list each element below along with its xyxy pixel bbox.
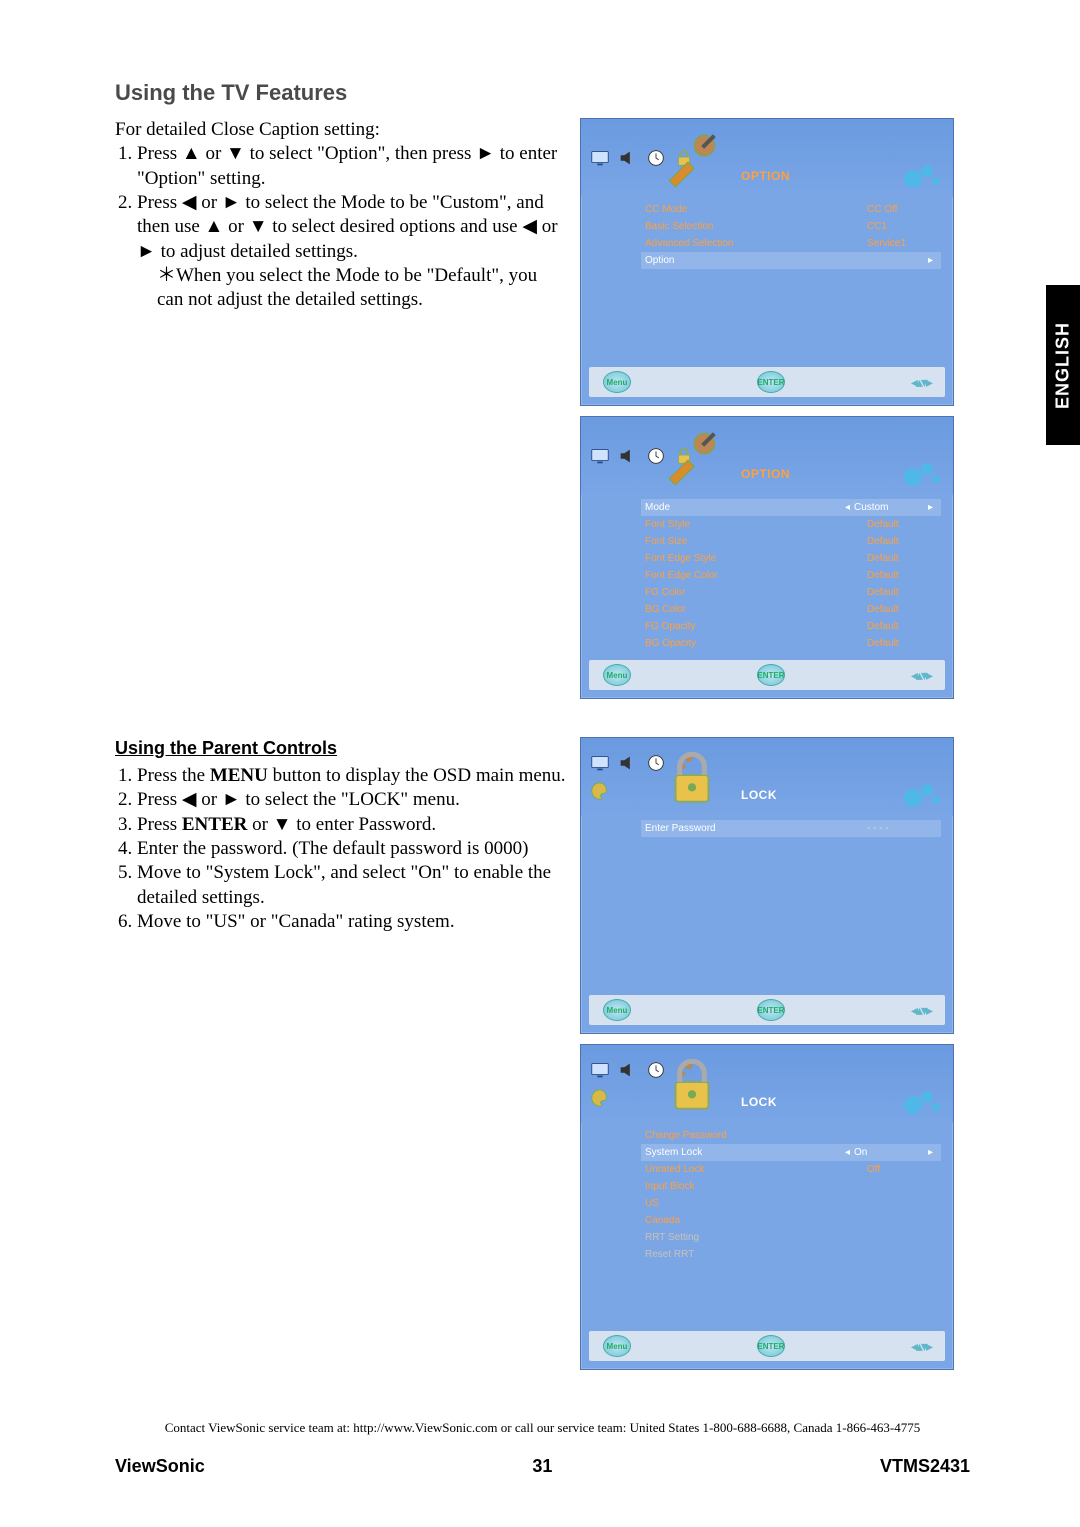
osd-panel-option-2: OPTION Mode◂Custom▸ Font StyleDefault Fo… bbox=[580, 416, 954, 699]
enter-pill-icon: ENTER bbox=[757, 664, 785, 686]
osd-panel-option-1: OPTION CC ModeCC Off Basic SelectionCC1 … bbox=[580, 118, 954, 406]
model-label: VTMS2431 bbox=[880, 1456, 970, 1477]
menu-pill-icon: Menu bbox=[603, 1335, 631, 1357]
osd-list: Change Password System Lock◂On▸ Unrated … bbox=[581, 1123, 953, 1325]
bubbles-icon bbox=[903, 161, 943, 191]
pc-step-5: Move to "System Lock", and select "On" t… bbox=[137, 861, 566, 910]
right-arrow-icon: ► bbox=[476, 143, 495, 164]
lock-icon bbox=[659, 1051, 725, 1117]
lock-icon bbox=[659, 744, 725, 810]
intro-text: For detailed Close Caption setting: bbox=[115, 118, 566, 142]
osd-list: CC ModeCC Off Basic SelectionCC1 Advance… bbox=[581, 197, 953, 361]
up-arrow-icon: ▲ bbox=[205, 216, 224, 237]
speaker-icon bbox=[617, 1059, 639, 1081]
right-arrow-icon: ► bbox=[222, 789, 241, 810]
down-arrow-icon: ▼ bbox=[273, 814, 292, 835]
left-arrow-icon: ◀ bbox=[182, 192, 197, 213]
enter-pill-icon: ENTER bbox=[757, 1335, 785, 1357]
left-arrow-icon: ◀ bbox=[182, 789, 197, 810]
pc-step-6: Move to "US" or "Canada" rating system. bbox=[137, 910, 566, 934]
osd-title: OPTION bbox=[741, 169, 790, 183]
menu-pill-icon: Menu bbox=[603, 999, 631, 1021]
menu-pill-icon: Menu bbox=[603, 371, 631, 393]
osd-list: Enter Password- - - - bbox=[581, 816, 953, 989]
osd-panel-lock-2: LOCK Change Password System Lock◂On▸ Unr… bbox=[580, 1044, 954, 1370]
right-arrow-icon: ► bbox=[222, 192, 241, 213]
instructions-block-1: For detailed Close Caption setting: Pres… bbox=[115, 118, 566, 313]
osd-panel-lock-1: LOCK Enter Password- - - - Menu ENTER ◂▴… bbox=[580, 737, 954, 1034]
step-1: Press ▲ or ▼ to select "Option", then pr… bbox=[137, 142, 566, 191]
osd-title: LOCK bbox=[741, 788, 777, 802]
pc-step-2: Press ◀ or ► to select the "LOCK" menu. bbox=[137, 788, 566, 812]
nav-arrows-icon: ◂▴▾▸ bbox=[911, 1338, 931, 1355]
menu-pill-icon: Menu bbox=[603, 664, 631, 686]
tools-icon bbox=[659, 423, 725, 489]
instructions-block-2: Using the Parent Controls Press the MENU… bbox=[115, 737, 566, 934]
down-arrow-icon: ▼ bbox=[226, 143, 245, 164]
bubbles-icon bbox=[903, 780, 943, 810]
enter-pill-icon: ENTER bbox=[757, 999, 785, 1021]
right-arrow-icon: ► bbox=[137, 241, 156, 262]
contact-footer: Contact ViewSonic service team at: http:… bbox=[115, 1420, 970, 1436]
subsection-heading: Using the Parent Controls bbox=[115, 737, 566, 760]
osd-title: OPTION bbox=[741, 467, 790, 481]
brand-label: ViewSonic bbox=[115, 1456, 205, 1477]
pc-step-1: Press the MENU button to display the OSD… bbox=[137, 764, 566, 788]
page-number: 31 bbox=[532, 1456, 552, 1477]
osd-list: Mode◂Custom▸ Font StyleDefault Font Size… bbox=[581, 495, 953, 654]
step-2: Press ◀ or ► to select the Mode to be "C… bbox=[137, 191, 566, 313]
bubbles-icon bbox=[903, 459, 943, 489]
up-arrow-icon: ▲ bbox=[182, 143, 201, 164]
language-tab: ENGLISH bbox=[1046, 285, 1080, 445]
nav-arrows-icon: ◂▴▾▸ bbox=[911, 374, 931, 391]
palette-icon bbox=[589, 1087, 611, 1109]
pc-step-3: Press ENTER or ▼ to enter Password. bbox=[137, 813, 566, 837]
step-2-note: ＊When you select the Mode to be "Default… bbox=[157, 264, 566, 313]
bubbles-icon bbox=[903, 1087, 943, 1117]
left-arrow-icon: ◀ bbox=[522, 216, 537, 237]
manual-page: ENGLISH Using the TV Features For detail… bbox=[0, 0, 1080, 1517]
osd-column-1: OPTION CC ModeCC Off Basic SelectionCC1 … bbox=[580, 118, 970, 709]
page-footer: ViewSonic 31 VTMS2431 bbox=[115, 1456, 970, 1477]
osd-title: LOCK bbox=[741, 1095, 777, 1109]
osd-footer: Menu ENTER ◂▴▾▸ bbox=[589, 995, 945, 1025]
speaker-icon bbox=[617, 752, 639, 774]
osd-footer: Menu ENTER ◂▴▾▸ bbox=[589, 660, 945, 690]
nav-arrows-icon: ◂▴▾▸ bbox=[911, 1002, 931, 1019]
pc-step-4: Enter the password. (The default passwor… bbox=[137, 837, 566, 861]
monitor-icon bbox=[589, 752, 611, 774]
enter-pill-icon: ENTER bbox=[757, 371, 785, 393]
nav-arrows-icon: ◂▴▾▸ bbox=[911, 667, 931, 684]
tools-icon bbox=[659, 125, 725, 191]
osd-footer: Menu ENTER ◂▴▾▸ bbox=[589, 1331, 945, 1361]
speaker-icon bbox=[617, 445, 639, 467]
right-caret-icon: ▸ bbox=[924, 255, 937, 266]
monitor-icon bbox=[589, 445, 611, 467]
palette-icon bbox=[589, 780, 611, 802]
down-arrow-icon: ▼ bbox=[249, 216, 268, 237]
section-heading: Using the TV Features bbox=[115, 80, 970, 106]
speaker-icon bbox=[617, 147, 639, 169]
osd-column-2: LOCK Enter Password- - - - Menu ENTER ◂▴… bbox=[580, 737, 970, 1380]
monitor-icon bbox=[589, 1059, 611, 1081]
osd-footer: Menu ENTER ◂▴▾▸ bbox=[589, 367, 945, 397]
monitor-icon bbox=[589, 147, 611, 169]
